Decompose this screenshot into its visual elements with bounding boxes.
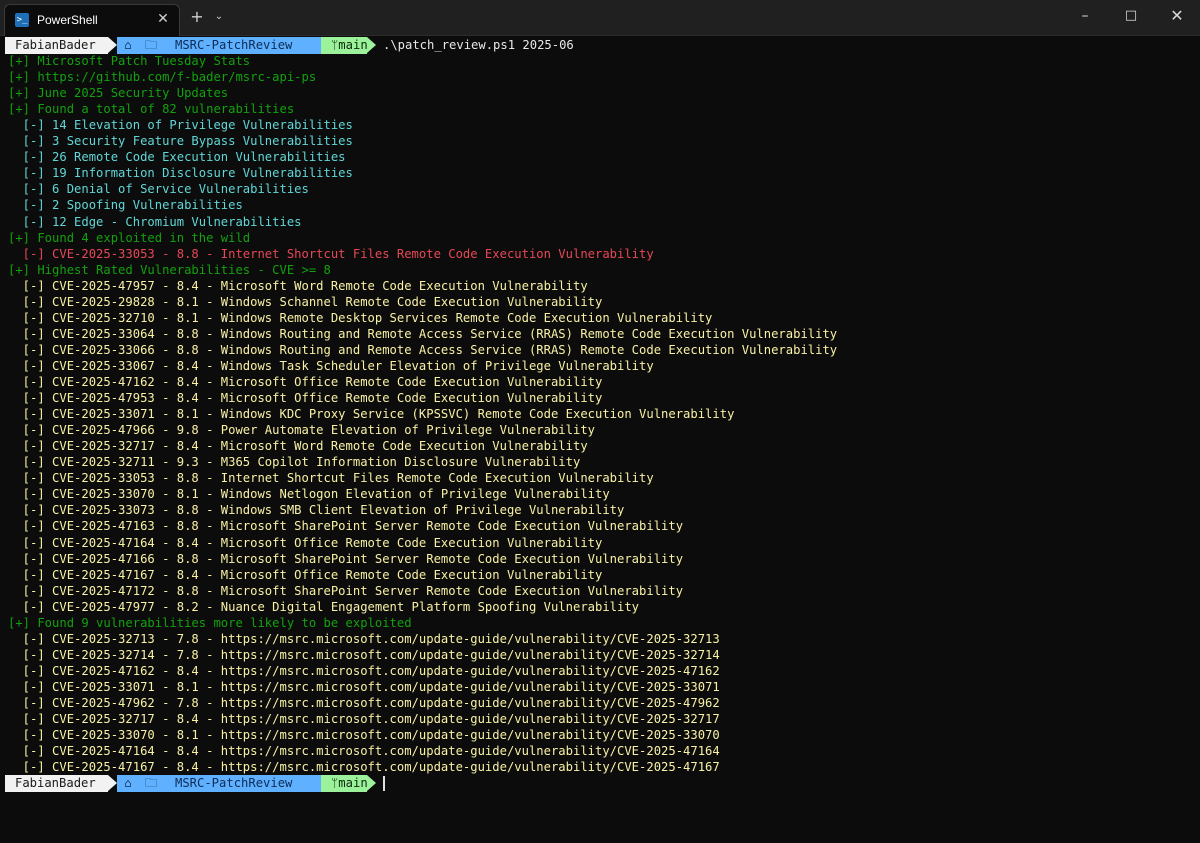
prompt-git-branch: ᛘmain [321,775,368,792]
output-line: [-] CVE-2025-47167 - 8.4 - https://msrc.… [8,760,720,775]
prompt-path-segment: 🗀 MSRC-PatchReview [139,37,333,54]
minimize-button[interactable]: – [1062,0,1108,32]
prompt-user-segment: FabianBader [5,775,108,792]
output-line: [-] CVE-2025-33070 - 8.1 - https://msrc.… [8,728,720,743]
chevron-down-icon[interactable]: ⌄ [212,8,226,26]
text-cursor [383,776,385,791]
output-line: [-] 6 Denial of Service Vulnerabilities [8,182,309,197]
output-line: [-] CVE-2025-33071 - 8.1 - Windows KDC P… [8,407,735,422]
prompt-separator [367,37,376,53]
output-line: [+] Found 4 exploited in the wild [8,230,251,245]
output-line: [-] CVE-2025-47162 - 8.4 - https://msrc.… [8,663,720,678]
output-line: [-] 12 Edge - Chromium Vulnerabilities [8,214,302,229]
output-line: [-] CVE-2025-33053 - 8.8 - Internet Shor… [8,246,654,261]
powershell-icon: >_ [15,13,29,27]
output-line: [-] CVE-2025-32711 - 9.3 - M365 Copilot … [8,455,581,470]
terminal-output[interactable]: FabianBader ⌂ 🗀 MSRC-PatchReview ᛘmain .… [0,36,1200,798]
output-line: [+] Found 9 vulnerabilities more likely … [8,615,412,630]
output-line: [-] 14 Elevation of Privilege Vulnerabil… [8,118,353,133]
output-line: [-] CVE-2025-47166 - 8.8 - Microsoft Sha… [8,551,684,566]
output-line: [+] June 2025 Security Updates [8,86,229,101]
prompt-git-branch: ᛘmain [321,37,368,54]
folder-icon: 🗀 [145,38,158,52]
output-line: [-] CVE-2025-47977 - 8.2 - Nuance Digita… [8,599,640,614]
output-line: [-] CVE-2025-32717 - 8.4 - https://msrc.… [8,712,720,727]
title-bar: >_ PowerShell ✕ + ⌄ – □ ✕ [0,0,1200,36]
output-line: [-] CVE-2025-32710 - 8.1 - Windows Remot… [8,310,713,325]
prompt-separator [108,37,117,53]
output-line: [-] CVE-2025-32717 - 8.4 - Microsoft Wor… [8,439,588,454]
output-line: [-] CVE-2025-47172 - 8.8 - Microsoft Sha… [8,583,684,598]
output-line: [-] CVE-2025-47966 - 9.8 - Power Automat… [8,423,595,438]
prompt-user-segment: FabianBader [5,37,108,54]
output-line: [-] CVE-2025-32713 - 7.8 - https://msrc.… [8,631,720,646]
close-tab-icon[interactable]: ✕ [155,11,171,27]
output-line: [-] 2 Spoofing Vulnerabilities [8,198,243,213]
output-line: [-] CVE-2025-29828 - 8.1 - Windows Schan… [8,294,603,309]
prompt-path-segment: 🗀 MSRC-PatchReview [139,775,333,792]
output-line: [-] 19 Information Disclosure Vulnerabil… [8,166,353,181]
output-line: [-] CVE-2025-33064 - 8.8 - Windows Routi… [8,326,838,341]
prompt-path: MSRC-PatchReview [175,38,293,52]
home-icon: ⌂ [117,775,139,792]
output-line: [-] 3 Security Feature Bypass Vulnerabil… [8,134,353,149]
output-line: [-] CVE-2025-47163 - 8.8 - Microsoft Sha… [8,519,684,534]
prompt-separator [367,775,376,791]
folder-icon: 🗀 [145,776,158,790]
tab-title: PowerShell [37,13,98,27]
output-line: [-] CVE-2025-47162 - 8.4 - Microsoft Off… [8,375,603,389]
output-line: [+] Microsoft Patch Tuesday Stats [8,54,251,68]
prompt-separator [108,775,117,791]
close-window-button[interactable]: ✕ [1154,0,1200,32]
output-line: [+] Found a total of 82 vulnerabilities [8,102,295,117]
home-icon: ⌂ [117,37,139,54]
output-line: [-] CVE-2025-33066 - 8.8 - Windows Routi… [8,342,838,357]
output-line: [-] CVE-2025-33073 - 8.8 - Windows SMB C… [8,503,625,518]
output-line: [-] CVE-2025-47164 - 8.4 - Microsoft Off… [8,535,603,550]
tab-powershell[interactable]: >_ PowerShell ✕ [4,4,180,36]
output-line: [-] CVE-2025-33071 - 8.1 - https://msrc.… [8,679,720,694]
output-line: [-] CVE-2025-33053 - 8.8 - Internet Shor… [8,471,654,486]
output-line: [-] CVE-2025-47957 - 8.4 - Microsoft Wor… [8,278,588,293]
maximize-button[interactable]: □ [1108,0,1154,32]
output-line: [-] CVE-2025-33070 - 8.1 - Windows Netlo… [8,487,610,502]
prompt-path: MSRC-PatchReview [175,776,293,790]
output-line: [-] 26 Remote Code Execution Vulnerabili… [8,150,346,165]
command-text: .\patch_review.ps1 2025-06 [383,38,574,52]
output-line: [-] CVE-2025-47164 - 8.4 - https://msrc.… [8,744,720,759]
new-tab-button[interactable]: + [188,8,206,26]
output-line: [-] CVE-2025-47167 - 8.4 - Microsoft Off… [8,567,603,582]
output-line: [+] Highest Rated Vulnerabilities - CVE … [8,262,331,277]
output-line: [-] CVE-2025-47953 - 8.4 - Microsoft Off… [8,391,603,406]
output-line: [-] CVE-2025-33067 - 8.4 - Windows Task … [8,358,654,373]
output-line: [+] https://github.com/f-bader/msrc-api-… [8,70,317,85]
output-line: [-] CVE-2025-32714 - 7.8 - https://msrc.… [8,647,720,662]
output-line: [-] CVE-2025-47962 - 7.8 - https://msrc.… [8,696,720,710]
